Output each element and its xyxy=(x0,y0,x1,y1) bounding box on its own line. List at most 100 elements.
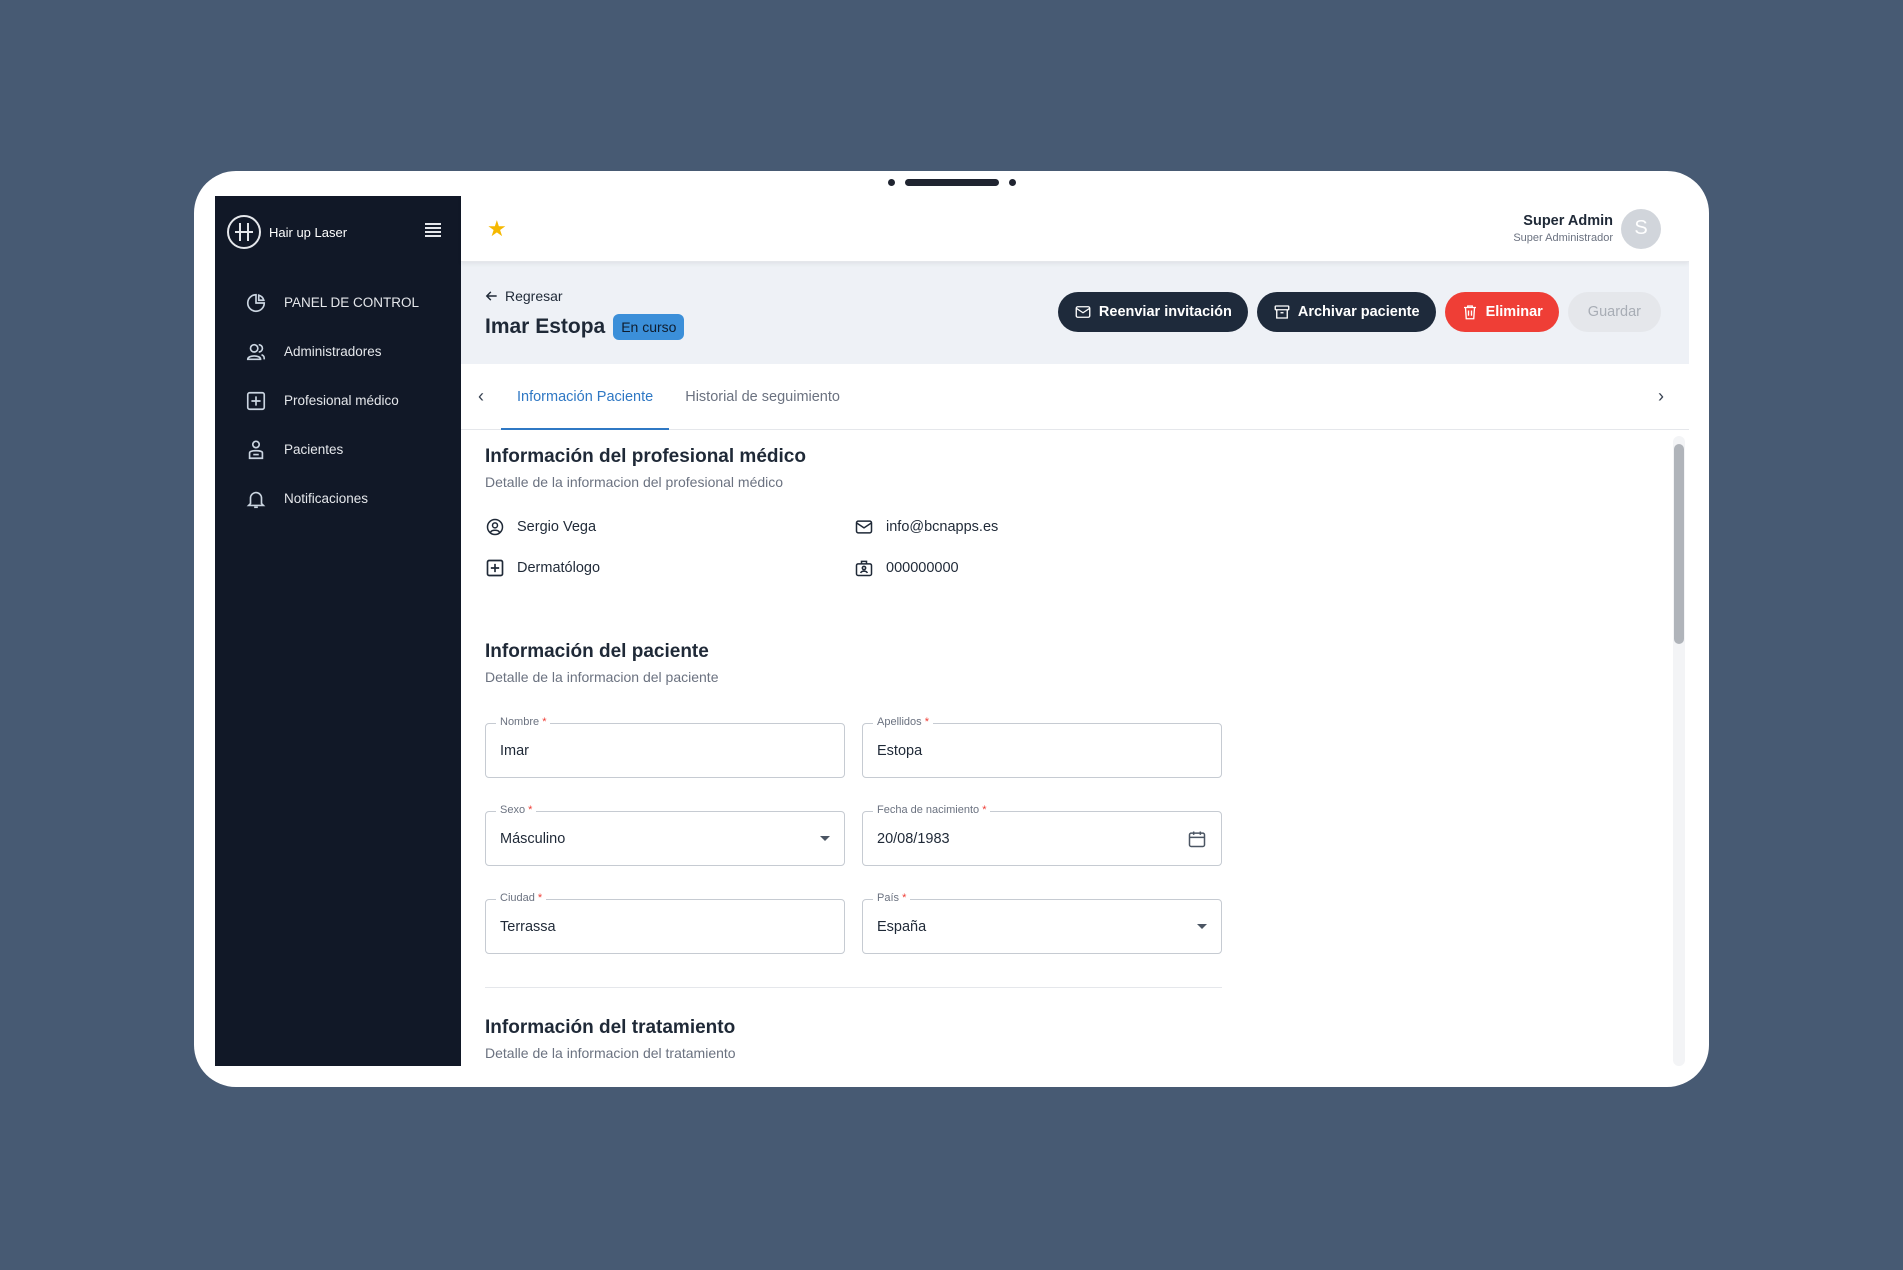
fecha-nacimiento-field[interactable]: Fecha de nacimiento * 20/08/1983 xyxy=(862,804,1222,866)
delete-label: Eliminar xyxy=(1485,304,1543,320)
professional-section-subtitle: Detalle de la informacion del profesiona… xyxy=(485,474,784,490)
fecha-value: 20/08/1983 xyxy=(877,830,950,847)
apellidos-value: Estopa xyxy=(877,742,923,759)
archive-patient-button[interactable]: Archivar paciente xyxy=(1256,292,1436,332)
medical-plus-icon xyxy=(485,558,505,578)
treatment-section-subtitle: Detalle de la informacion del tratamient… xyxy=(485,1045,736,1061)
sidebar: Hair up Laser PANEL DE CONTROL Administr… xyxy=(215,196,461,1066)
required-mark: * xyxy=(924,716,929,728)
header-actions: Reenviar invitación Archivar paciente El… xyxy=(1057,292,1661,332)
user-role: Super Administrador xyxy=(1513,232,1613,244)
nombre-value: Imar xyxy=(500,742,529,759)
brand-name: Hair up Laser xyxy=(269,224,348,240)
patient-section: Información del paciente Detalle de la i… xyxy=(485,641,1689,954)
user-circle-icon xyxy=(485,517,505,537)
professional-specialty: Dermatólogo xyxy=(485,555,854,580)
user-menu[interactable]: Super Admin Super Administrador S xyxy=(1513,208,1661,249)
nombre-field[interactable]: Nombre * Imar xyxy=(485,716,845,778)
sidebar-item-label: Profesional médico xyxy=(284,393,399,408)
nombre-label: Nombre xyxy=(500,716,540,728)
brand: Hair up Laser xyxy=(215,196,461,268)
sidebar-item-panel-de-control[interactable]: PANEL DE CONTROL xyxy=(215,278,461,327)
required-mark: * xyxy=(542,716,547,728)
patient-form: Nombre * Imar Apellidos * Estopa Sexo * … xyxy=(485,716,1222,954)
professional-section: Información del profesional médico Detal… xyxy=(485,446,1689,580)
page-title: Imar Estopa xyxy=(485,315,606,338)
fecha-label: Fecha de nacimiento xyxy=(877,804,980,816)
chevron-left-icon[interactable]: ‹ xyxy=(461,386,501,407)
id-badge-icon xyxy=(854,558,874,578)
sidebar-item-label: Pacientes xyxy=(284,442,344,457)
topbar: ★ Super Admin Super Administrador S xyxy=(461,196,1689,262)
scrollbar[interactable] xyxy=(1673,436,1685,1066)
tablet-camera xyxy=(887,179,1016,186)
patient-section-title: Información del paciente xyxy=(485,641,709,662)
required-mark: * xyxy=(537,892,543,904)
arrow-left-icon xyxy=(485,291,497,301)
apellidos-label: Apellidos xyxy=(877,716,922,728)
sidebar-item-label: Administradores xyxy=(284,344,382,359)
delete-button[interactable]: Eliminar xyxy=(1444,292,1559,332)
sidebar-nav: PANEL DE CONTROL Administradores Profesi… xyxy=(215,268,461,523)
chevron-right-icon[interactable]: › xyxy=(1641,386,1681,407)
mail-icon xyxy=(1075,306,1091,318)
menu-toggle-icon[interactable] xyxy=(425,223,441,237)
back-link[interactable]: Regresar xyxy=(485,288,563,304)
pais-select[interactable]: País * España xyxy=(862,892,1222,954)
pais-value: España xyxy=(877,918,927,935)
tablet-frame: Hair up Laser PANEL DE CONTROL Administr… xyxy=(194,171,1709,1087)
sidebar-item-profesional-medico[interactable]: Profesional médico xyxy=(215,376,461,425)
ciudad-field[interactable]: Ciudad * Terrassa xyxy=(485,892,845,954)
required-mark: * xyxy=(902,892,907,904)
bell-icon xyxy=(245,488,267,510)
sidebar-item-notificaciones[interactable]: Notificaciones xyxy=(215,474,461,523)
patient-icon xyxy=(245,439,267,461)
trash-icon xyxy=(1463,305,1476,320)
star-icon[interactable]: ★ xyxy=(487,216,507,242)
chart-pie-icon xyxy=(245,292,267,314)
content-scroll-area[interactable]: Información del profesional médico Detal… xyxy=(461,430,1689,1066)
ciudad-value: Terrassa xyxy=(500,918,556,935)
status-badge: En curso xyxy=(613,314,685,340)
required-mark: * xyxy=(982,804,987,816)
treatment-section: Información del tratamiento Detalle de l… xyxy=(485,1017,1689,1061)
save-button[interactable]: Guardar xyxy=(1567,292,1661,332)
tab-historial-seguimiento[interactable]: Historial de seguimiento xyxy=(669,364,856,430)
sexo-value: Másculino xyxy=(500,830,566,847)
brand-logo-icon xyxy=(227,215,261,249)
apellidos-field[interactable]: Apellidos * Estopa xyxy=(862,716,1222,778)
app-screen: Hair up Laser PANEL DE CONTROL Administr… xyxy=(215,196,1689,1066)
caret-down-icon[interactable] xyxy=(1197,924,1207,929)
archive-label: Archivar paciente xyxy=(1297,304,1420,320)
professional-section-title: Información del profesional médico xyxy=(485,446,806,467)
archive-icon xyxy=(1274,305,1290,319)
back-label: Regresar xyxy=(505,288,563,304)
sexo-select[interactable]: Sexo * Másculino xyxy=(485,804,845,866)
save-label: Guardar xyxy=(1587,304,1641,320)
sidebar-item-administradores[interactable]: Administradores xyxy=(215,327,461,376)
sidebar-item-label: Notificaciones xyxy=(284,491,369,506)
scrollbar-thumb[interactable] xyxy=(1674,444,1684,644)
page-header: Regresar Imar Estopa En curso Reenviar i… xyxy=(461,262,1689,364)
users-icon xyxy=(245,341,267,363)
required-mark: * xyxy=(528,804,533,816)
section-divider xyxy=(485,987,1222,988)
professional-name: Sergio Vega xyxy=(485,514,854,539)
main-area: ★ Super Admin Super Administrador S Regr… xyxy=(461,196,1689,1066)
sidebar-item-label: PANEL DE CONTROL xyxy=(284,295,420,310)
treatment-section-title: Información del tratamiento xyxy=(485,1017,736,1038)
professional-id: 000000000 xyxy=(854,555,1154,580)
tab-informacion-paciente[interactable]: Información Paciente xyxy=(501,364,670,430)
caret-down-icon[interactable] xyxy=(820,836,830,841)
tabs: ‹ Información Paciente Historial de segu… xyxy=(461,364,1689,430)
ciudad-label: Ciudad xyxy=(500,892,535,904)
mail-icon xyxy=(854,517,874,537)
pais-label: País xyxy=(877,892,900,904)
sexo-label: Sexo xyxy=(500,804,526,816)
avatar[interactable]: S xyxy=(1621,208,1661,249)
calendar-icon[interactable] xyxy=(1187,829,1207,849)
resend-invitation-button[interactable]: Reenviar invitación xyxy=(1057,292,1248,332)
patient-section-subtitle: Detalle de la informacion del paciente xyxy=(485,669,719,685)
sidebar-item-pacientes[interactable]: Pacientes xyxy=(215,425,461,474)
resend-label: Reenviar invitación xyxy=(1098,304,1232,320)
